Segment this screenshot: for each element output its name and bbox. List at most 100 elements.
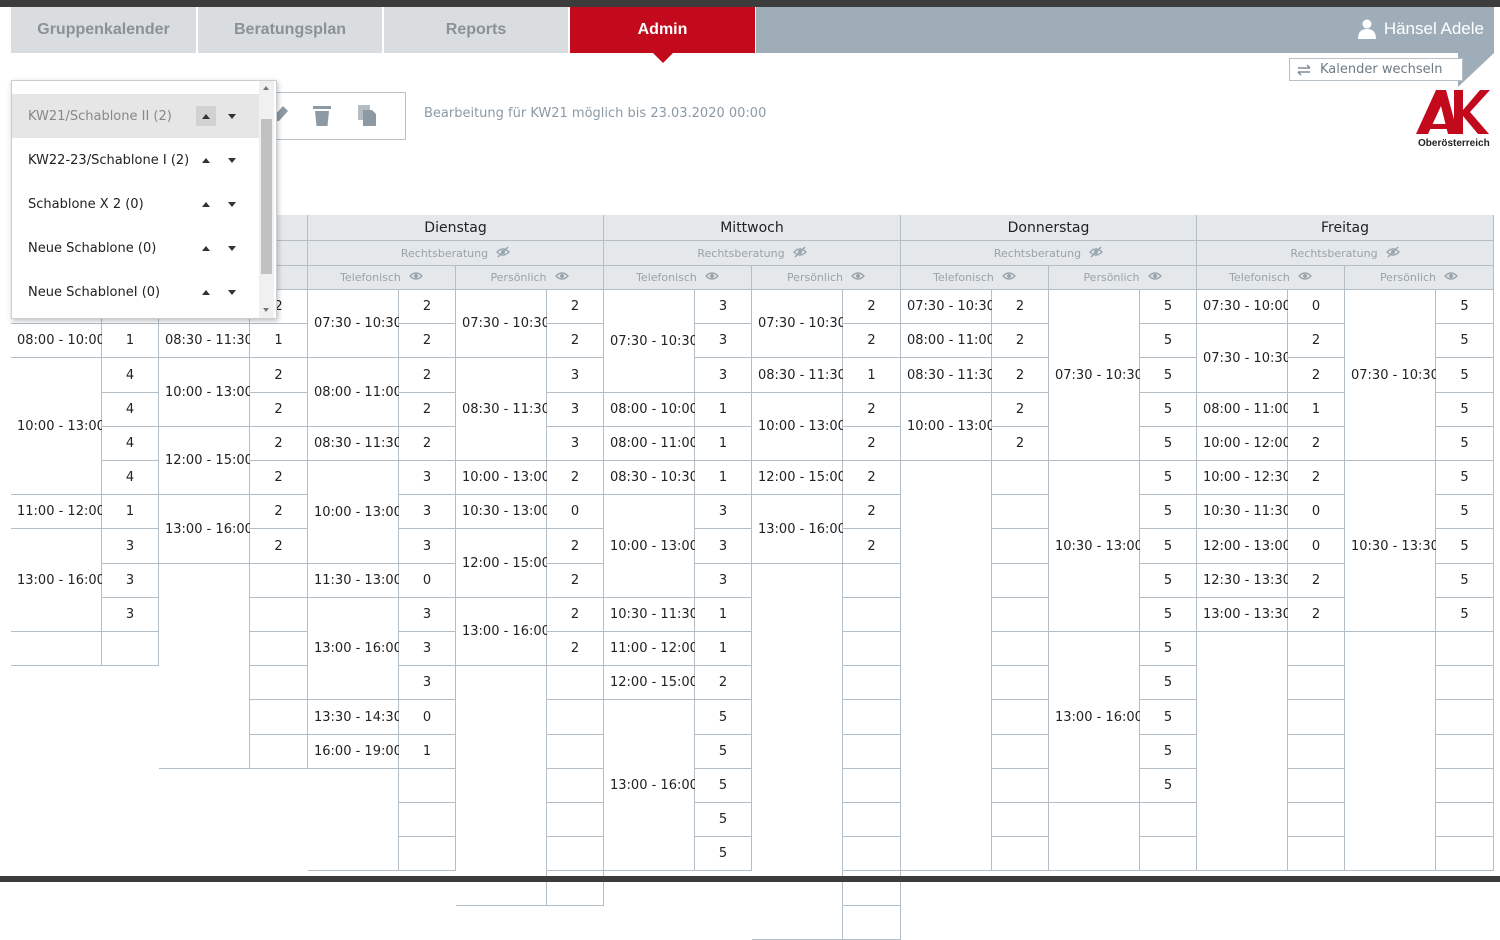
capacity-cell[interactable] <box>992 803 1049 837</box>
capacity-cell[interactable]: 5 <box>1140 290 1197 324</box>
capacity-cell[interactable] <box>1288 769 1345 803</box>
capacity-cell[interactable]: 3 <box>695 529 752 564</box>
move-down-icon[interactable] <box>222 194 242 214</box>
capacity-cell[interactable]: 5 <box>1140 598 1197 632</box>
capacity-cell[interactable]: 2 <box>1288 358 1345 393</box>
time-slot[interactable]: 10:30 - 13:30 <box>1345 461 1439 632</box>
time-slot[interactable] <box>308 769 399 871</box>
time-slot[interactable]: 07:30 - 10:30 <box>456 290 550 358</box>
capacity-cell[interactable] <box>1140 837 1197 871</box>
move-up-icon[interactable] <box>196 282 216 302</box>
time-slot[interactable]: 12:00 - 13:00 <box>1197 529 1291 564</box>
time-slot[interactable]: 13:00 - 16:00 <box>456 598 550 666</box>
capacity-cell[interactable]: 2 <box>399 324 456 358</box>
capacity-cell[interactable]: 1 <box>102 324 159 358</box>
time-slot[interactable] <box>752 564 843 940</box>
capacity-cell[interactable]: 5 <box>1140 529 1197 564</box>
time-slot[interactable]: 11:00 - 12:00 <box>604 632 698 666</box>
visibility-off-icon[interactable] <box>792 246 807 261</box>
dropdown-scrollbar[interactable] <box>259 81 274 318</box>
capacity-cell[interactable]: 0 <box>399 700 456 735</box>
tab-beratungsplan[interactable]: Beratungsplan <box>198 7 382 53</box>
capacity-cell[interactable]: 5 <box>1436 529 1494 564</box>
section-header[interactable]: Rechtsberatung <box>604 241 901 266</box>
capacity-cell[interactable] <box>547 769 604 803</box>
capacity-cell[interactable] <box>843 700 901 735</box>
time-slot[interactable]: 11:00 - 12:00 <box>11 495 105 529</box>
time-slot[interactable]: 10:30 - 13:00 <box>456 495 550 529</box>
template-item[interactable]: Neue Schablone (0) <box>12 226 259 270</box>
capacity-cell[interactable]: 2 <box>1288 461 1345 495</box>
capacity-cell[interactable]: 5 <box>1140 666 1197 700</box>
time-slot[interactable] <box>1345 632 1436 871</box>
time-slot[interactable] <box>1049 803 1140 871</box>
capacity-cell[interactable]: 2 <box>547 598 604 632</box>
time-slot[interactable]: 07:30 - 10:30 <box>901 290 995 324</box>
visibility-off-icon[interactable] <box>1385 246 1400 261</box>
time-slot[interactable]: 07:30 - 10:30 <box>1345 290 1439 461</box>
time-slot[interactable]: 10:00 - 13:00 <box>308 461 402 564</box>
capacity-cell[interactable]: 3 <box>695 324 752 358</box>
time-slot[interactable]: 07:30 - 10:30 <box>604 290 698 393</box>
capacity-cell[interactable]: 5 <box>1140 358 1197 393</box>
capacity-cell[interactable]: 3 <box>102 564 159 598</box>
time-slot[interactable]: 13:00 - 13:30 <box>1197 598 1291 632</box>
time-slot[interactable]: 12:00 - 15:00 <box>604 666 698 700</box>
capacity-cell[interactable]: 2 <box>399 290 456 324</box>
capacity-cell[interactable]: 5 <box>1140 769 1197 803</box>
capacity-cell[interactable] <box>250 700 308 735</box>
capacity-cell[interactable]: 3 <box>695 564 752 598</box>
capacity-cell[interactable]: 5 <box>1140 700 1197 735</box>
capacity-cell[interactable]: 4 <box>102 358 159 393</box>
move-up-icon[interactable] <box>196 150 216 170</box>
capacity-cell[interactable] <box>1288 803 1345 837</box>
time-slot[interactable]: 07:30 - 10:30 <box>308 290 402 358</box>
user-menu[interactable]: Hänsel Adele <box>1357 19 1484 39</box>
time-slot[interactable]: 08:00 - 11:00 <box>308 358 402 427</box>
capacity-cell[interactable]: 5 <box>1140 735 1197 769</box>
time-slot[interactable]: 07:30 - 10:30 <box>1197 324 1291 393</box>
capacity-cell[interactable] <box>992 666 1049 700</box>
time-slot[interactable]: 08:30 - 11:30 <box>901 358 995 393</box>
time-slot[interactable]: 12:00 - 15:00 <box>159 427 253 495</box>
visibility-icon[interactable] <box>1297 271 1312 284</box>
time-slot[interactable]: 08:30 - 11:30 <box>308 427 402 461</box>
capacity-cell[interactable]: 2 <box>250 393 308 427</box>
time-slot[interactable]: 10:00 - 13:00 <box>456 461 550 495</box>
capacity-cell[interactable] <box>992 529 1049 564</box>
capacity-cell[interactable] <box>992 700 1049 735</box>
time-slot[interactable]: 13:00 - 16:00 <box>752 495 846 564</box>
time-slot[interactable] <box>456 666 547 906</box>
capacity-cell[interactable]: 3 <box>399 461 456 495</box>
capacity-cell[interactable]: 3 <box>399 529 456 564</box>
capacity-cell[interactable] <box>1436 769 1494 803</box>
capacity-cell[interactable]: 2 <box>547 290 604 324</box>
capacity-cell[interactable]: 4 <box>102 427 159 461</box>
section-header[interactable]: Rechtsberatung <box>308 241 604 266</box>
capacity-cell[interactable] <box>992 461 1049 495</box>
capacity-cell[interactable]: 3 <box>695 495 752 529</box>
time-slot[interactable]: 08:30 - 10:30 <box>604 461 698 495</box>
capacity-cell[interactable] <box>399 769 456 803</box>
channel-header[interactable]: Persönlich <box>1049 266 1197 290</box>
time-slot[interactable]: 10:30 - 11:30 <box>604 598 698 632</box>
capacity-cell[interactable] <box>1436 700 1494 735</box>
capacity-cell[interactable] <box>1436 632 1494 666</box>
capacity-cell[interactable] <box>992 632 1049 666</box>
capacity-cell[interactable]: 5 <box>1436 393 1494 427</box>
move-up-icon[interactable] <box>196 238 216 258</box>
time-slot[interactable] <box>901 461 992 871</box>
capacity-cell[interactable] <box>547 735 604 769</box>
capacity-cell[interactable] <box>547 700 604 735</box>
capacity-cell[interactable]: 2 <box>547 564 604 598</box>
capacity-cell[interactable]: 0 <box>399 564 456 598</box>
capacity-cell[interactable]: 5 <box>695 735 752 769</box>
capacity-cell[interactable] <box>547 666 604 700</box>
capacity-cell[interactable]: 2 <box>1288 427 1345 461</box>
time-slot[interactable]: 10:00 - 13:00 <box>11 358 105 495</box>
time-slot[interactable]: 08:30 - 11:30 <box>456 358 550 461</box>
capacity-cell[interactable]: 0 <box>1288 529 1345 564</box>
capacity-cell[interactable]: 2 <box>547 529 604 564</box>
capacity-cell[interactable]: 5 <box>695 700 752 735</box>
capacity-cell[interactable] <box>992 735 1049 769</box>
